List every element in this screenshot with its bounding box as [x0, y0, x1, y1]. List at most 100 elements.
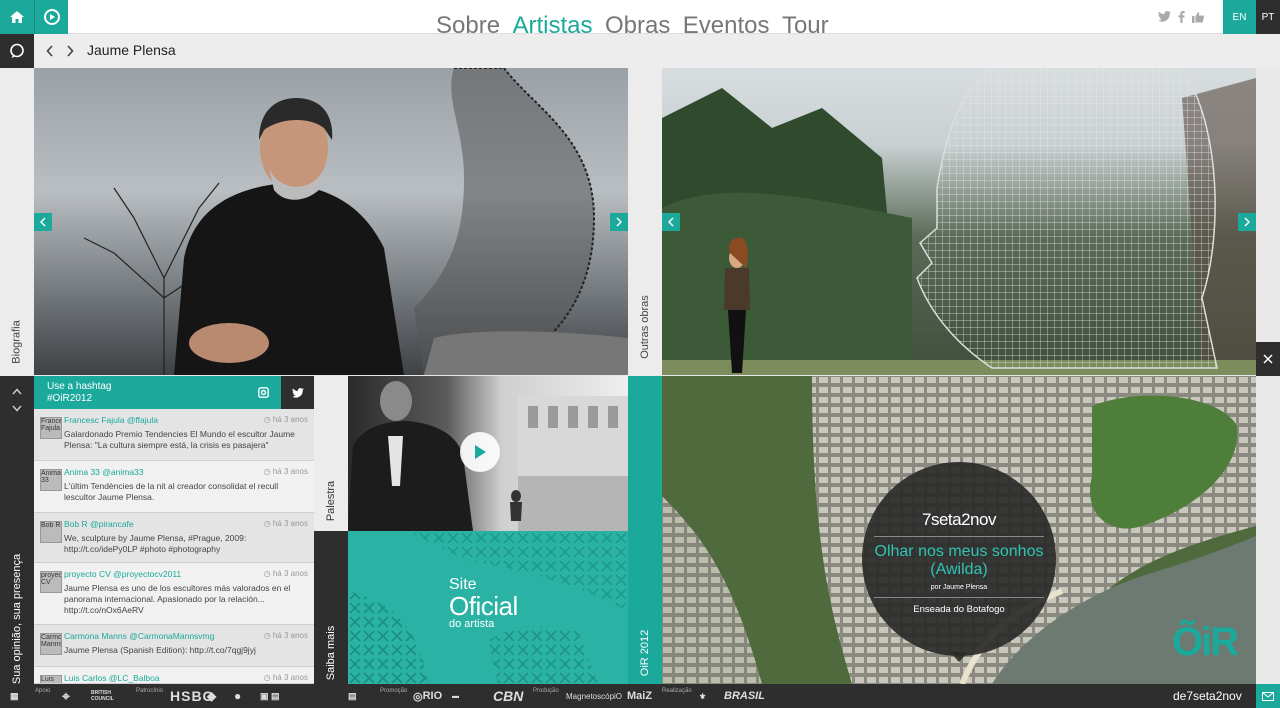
- instagram-icon[interactable]: [258, 387, 269, 398]
- avatar: Bob R: [40, 521, 62, 543]
- nav-sobre[interactable]: Sobre: [436, 0, 500, 34]
- tweet-text: Galardonado Premio Tendencies El Mundo e…: [64, 429, 295, 450]
- twitter-icon: [291, 387, 304, 398]
- tweet-time: ◷ há 3 anos: [263, 673, 308, 682]
- tweet-text: Jaume Plensa (Spanish Edition): http://t…: [64, 645, 256, 655]
- email-button[interactable]: [1256, 684, 1280, 708]
- tweet-user[interactable]: Luis Carlos @LC_Balboa: [64, 673, 160, 683]
- tab-saiba-mais-label: Saiba mais: [325, 625, 338, 680]
- tab-outras-obras-label: Outras obras: [639, 294, 651, 359]
- social-links: [1158, 11, 1204, 23]
- tweet-user[interactable]: Francesc Fajula @ffajula: [64, 415, 158, 425]
- twitter-tab[interactable]: [281, 376, 314, 409]
- sponsor-logo: ⌖: [62, 687, 70, 704]
- facebook-icon[interactable]: [1178, 11, 1185, 23]
- tweet-time: ◷ há 3 anos: [263, 467, 308, 476]
- event-aerial-photo[interactable]: 7seta2nov Olhar nos meus sonhos (Awilda)…: [662, 376, 1256, 684]
- close-button[interactable]: [1256, 342, 1280, 376]
- avatar: Anima 33: [40, 469, 62, 491]
- brasil-logo: BRASIL: [724, 690, 765, 702]
- sponsor-logo: ▣ ▤: [260, 690, 280, 701]
- tweet-user[interactable]: Bob R @pirancafe: [64, 519, 134, 529]
- hashtag-header: Use a hashtag #OiR2012: [34, 376, 281, 409]
- photo1-prev-button[interactable]: [34, 213, 52, 231]
- lang-pt[interactable]: PT: [1256, 0, 1280, 34]
- nav-eventos[interactable]: Eventos: [683, 0, 770, 34]
- avatar: proyecto CV: [40, 571, 62, 593]
- nav-obras[interactable]: Obras: [605, 0, 670, 34]
- hsbc-icon: ◆: [207, 689, 217, 703]
- tweet-user[interactable]: Anima 33 @anima33: [64, 467, 144, 477]
- site-oficial-banner[interactable]: Site Oficial do artista: [348, 531, 628, 684]
- chevron-left-icon: [40, 217, 46, 227]
- tab-oir-label: OiR 2012: [639, 629, 652, 676]
- play-icon: [43, 9, 60, 25]
- hashtag-line2: #OiR2012: [47, 393, 93, 404]
- photo2-next-button[interactable]: [1238, 213, 1256, 231]
- promocao-label: Promoção: [380, 688, 408, 694]
- chevron-down-icon[interactable]: [12, 405, 22, 412]
- event-place: Enseada do Botafogo: [913, 604, 1005, 615]
- nav-tour[interactable]: Tour: [782, 0, 829, 34]
- artist-name: Jaume Plensa: [87, 42, 176, 58]
- play-icon: [475, 445, 486, 459]
- artist-photo: [34, 68, 628, 375]
- tweet-item[interactable]: Francesc Fajula Francesc Fajula @ffajula…: [34, 409, 314, 461]
- sponsor-logo: ●: [234, 689, 242, 703]
- video-thumbnail[interactable]: [348, 376, 628, 531]
- media-button[interactable]: [34, 0, 68, 34]
- badge-pointer: [950, 652, 968, 662]
- like-icon[interactable]: [1192, 11, 1204, 23]
- artist-bar: Jaume Plensa: [34, 34, 1280, 68]
- search-button[interactable]: [0, 34, 34, 68]
- lang-en[interactable]: EN: [1223, 0, 1256, 34]
- site-oficial-text: Site Oficial do artista: [449, 577, 518, 630]
- home-button[interactable]: [0, 0, 34, 34]
- avatar: Carmona Manns: [40, 633, 62, 655]
- tweet-time: ◷ há 3 anos: [263, 631, 308, 640]
- realizacao-label: Realização: [662, 688, 692, 694]
- tab-palestra[interactable]: Palestra: [314, 376, 348, 531]
- tweet-item[interactable]: Bob R Bob R @pirancafe ◷ há 3 anos We, s…: [34, 513, 314, 563]
- tweet-user[interactable]: Carmona Manns @CarmonaMannsvmg: [64, 631, 214, 641]
- top-bar: Sobre Artistas Obras Eventos Tour EN PT: [0, 0, 1280, 34]
- twitter-icon[interactable]: [1158, 11, 1171, 22]
- tab-opiniao[interactable]: Sua opinião, sua presença: [0, 426, 34, 684]
- play-button[interactable]: [460, 432, 500, 472]
- chevron-right-icon: [1244, 217, 1250, 227]
- tab-oir-2012[interactable]: OiR 2012: [628, 376, 662, 684]
- oir-logo: ÕiR: [1172, 620, 1239, 664]
- tweet-item[interactable]: Anima 33 Anima 33 @anima33 ◷ há 3 anos L…: [34, 461, 314, 513]
- chevron-left-icon[interactable]: [46, 45, 54, 57]
- avatar: Francesc Fajula: [40, 417, 62, 439]
- tweet-item[interactable]: proyecto CV proyecto CV @proyectocv2011 …: [34, 563, 314, 625]
- tweet-item[interactable]: Carmona Manns Carmona Manns @CarmonaMann…: [34, 625, 314, 667]
- tweet-item[interactable]: Luis Carlos Luis Carlos @LC_Balboa ◷ há …: [34, 667, 314, 684]
- tab-saiba-mais[interactable]: Saiba mais: [314, 531, 348, 684]
- clock-icon: ◷: [263, 415, 273, 424]
- rio-logo: ◎ RIO: [413, 690, 443, 703]
- tab-outras-obras[interactable]: Outras obras: [628, 68, 662, 375]
- producao-label: Produção: [533, 688, 559, 694]
- tab-biografia[interactable]: Biografia: [0, 68, 34, 375]
- home-icon: [10, 11, 24, 23]
- chevron-up-icon[interactable]: [12, 388, 22, 395]
- clock-icon: ◷: [263, 519, 273, 528]
- event-title: Olhar nos meus sonhos (Awilda): [874, 543, 1044, 578]
- clock-icon: ◷: [263, 569, 273, 578]
- photo2-prev-button[interactable]: [662, 213, 680, 231]
- tweet-text: Jaume Plensa es uno de los escultores má…: [64, 583, 291, 615]
- main-nav: Sobre Artistas Obras Eventos Tour: [436, 0, 837, 34]
- tweet-time: ◷ há 3 anos: [263, 415, 308, 424]
- nav-artistas[interactable]: Artistas: [513, 0, 593, 34]
- clock-icon: ◷: [263, 673, 273, 682]
- photo1-next-button[interactable]: [610, 213, 628, 231]
- tweet-user[interactable]: proyecto CV @proyectocv2011: [64, 569, 181, 579]
- chevron-right-icon[interactable]: [66, 45, 74, 57]
- magnetoscopio-logo: MagnetoscópiO: [566, 691, 623, 701]
- chevron-right-icon: [616, 217, 622, 227]
- british-council-logo: BRITISH COUNCIL: [91, 690, 114, 702]
- event-badge[interactable]: 7seta2nov Olhar nos meus sonhos (Awilda)…: [862, 462, 1056, 656]
- artist-photo-art: [83, 68, 628, 375]
- tweet-time: ◷ há 3 anos: [263, 519, 308, 528]
